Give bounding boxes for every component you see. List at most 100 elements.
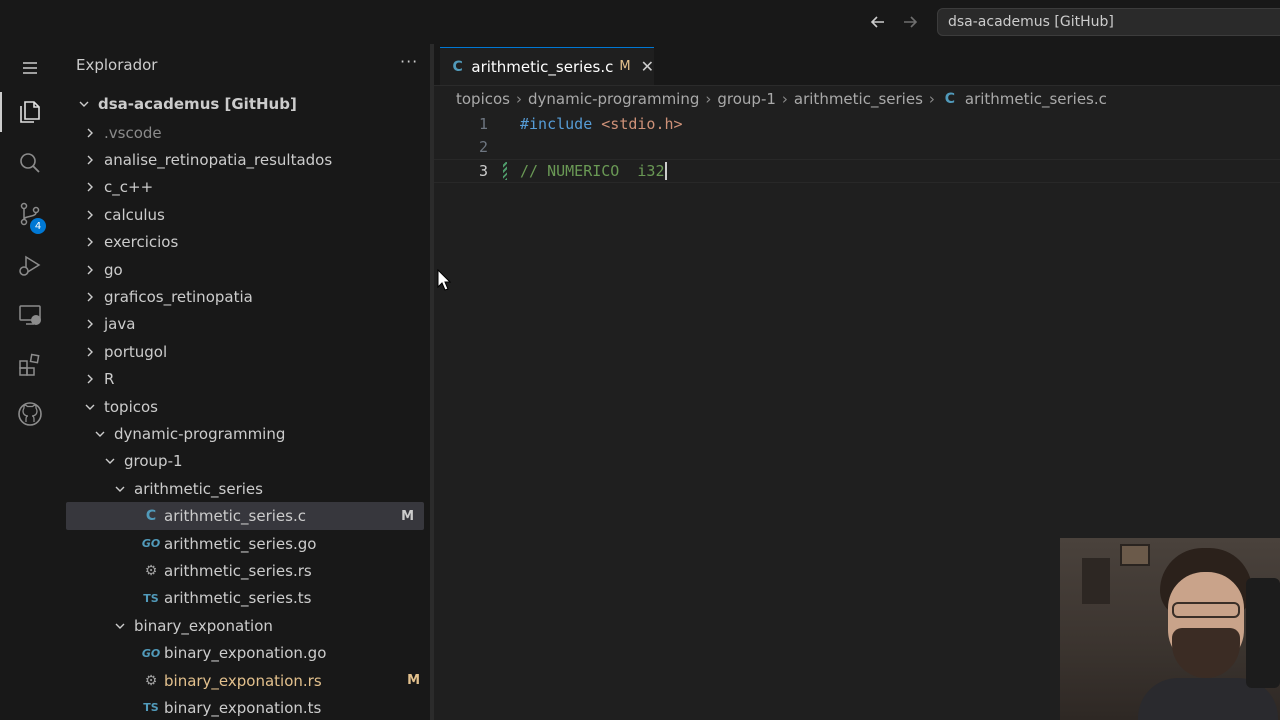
folder-item[interactable]: exercicios xyxy=(60,229,430,256)
chevron-right-icon: › xyxy=(928,90,935,108)
file-item[interactable]: TS arithmetic_series.ts xyxy=(60,585,430,612)
tree-item-label: .vscode xyxy=(104,123,162,142)
folder-item[interactable]: c_c++ xyxy=(60,174,430,201)
chevron-down-icon xyxy=(112,618,128,634)
source-control-badge: 4 xyxy=(30,218,46,234)
tree-item-label: topicos xyxy=(104,397,158,416)
explorer-title: Explorador xyxy=(76,56,158,74)
code-line[interactable]: 2 xyxy=(434,136,1280,160)
modified-badge: M xyxy=(401,508,414,524)
folder-item[interactable]: .vscode xyxy=(60,119,430,146)
typescript-file-icon: TS xyxy=(143,591,159,605)
file-item[interactable]: Carithmetic_series.c M xyxy=(66,502,424,530)
extensions-icon[interactable] xyxy=(0,341,60,389)
chevron-right-icon xyxy=(82,179,98,195)
file-item[interactable]: ⚙ binary_exponation.rs M xyxy=(60,667,430,694)
code-line-current[interactable]: 3 // NUMERICO i32 xyxy=(434,159,1280,183)
workspace-root[interactable]: dsa-academus [GitHub] xyxy=(60,89,430,119)
back-arrow-icon[interactable] xyxy=(866,10,890,34)
rust-file-icon: ⚙ xyxy=(144,562,158,579)
chevron-right-icon xyxy=(82,207,98,223)
folder-item[interactable]: dynamic-programming xyxy=(60,420,430,447)
more-actions-icon[interactable]: ··· xyxy=(400,52,418,71)
command-center-search[interactable]: dsa-academus [GitHub] xyxy=(937,8,1280,36)
go-file-icon: GO xyxy=(141,537,161,551)
folder-item[interactable]: group-1 xyxy=(60,448,430,475)
folder-item[interactable]: arithmetic_series xyxy=(60,475,430,502)
tree-item-label: exercicios xyxy=(104,233,179,252)
folder-item[interactable]: calculus xyxy=(60,201,430,228)
tree-item-label: arithmetic_series.go xyxy=(164,534,317,553)
tree-item-label: go xyxy=(104,260,123,279)
chevron-right-icon xyxy=(82,289,98,305)
tree-item-label: R xyxy=(104,370,115,389)
folder-item[interactable]: go xyxy=(60,256,430,283)
folder-item[interactable]: java xyxy=(60,311,430,338)
chevron-down-icon xyxy=(76,96,92,112)
remote-explorer-icon[interactable] xyxy=(0,291,60,339)
chevron-right-icon: › xyxy=(781,90,788,108)
tree-item-label: arithmetic_series.rs xyxy=(164,561,312,580)
folder-item[interactable]: R xyxy=(60,366,430,393)
files-icon[interactable] xyxy=(0,88,60,136)
c-file-icon: C xyxy=(452,58,463,75)
webcam-overlay xyxy=(1060,538,1280,720)
text-cursor xyxy=(664,162,667,180)
include-keyword: #include xyxy=(520,114,593,133)
workspace-root-label: dsa-academus [GitHub] xyxy=(98,95,297,113)
folder-item[interactable]: analise_retinopatia_resultados xyxy=(60,146,430,173)
gutter-change-marker xyxy=(490,161,520,180)
menu-icon[interactable] xyxy=(0,44,60,92)
go-file-icon: GO xyxy=(141,646,161,660)
chevron-right-icon xyxy=(82,316,98,332)
code-line[interactable]: 1 #include <stdio.h> xyxy=(434,112,1280,136)
forward-arrow-icon[interactable] xyxy=(898,10,922,34)
folder-item[interactable]: topicos xyxy=(60,393,430,420)
breadcrumb: topicos › dynamic-programming › group-1 … xyxy=(456,88,1107,110)
folder-item[interactable]: portugol xyxy=(60,338,430,365)
tab-arithmetic-series-c[interactable]: C arithmetic_series.c M ✕ xyxy=(440,47,654,85)
activity-bar: 4 xyxy=(0,44,60,720)
chevron-right-icon xyxy=(82,344,98,360)
chevron-right-icon xyxy=(82,234,98,250)
breadcrumb-item[interactable]: dynamic-programming xyxy=(528,90,699,108)
tree-item-label: dynamic-programming xyxy=(114,424,286,443)
github-icon[interactable] xyxy=(0,390,60,438)
editor-tabs: C arithmetic_series.c M ✕ xyxy=(434,44,1280,86)
breadcrumb-item[interactable]: topicos xyxy=(456,90,510,108)
tree-item-label: arithmetic_series.ts xyxy=(164,589,312,608)
tree-item-label: arithmetic_series xyxy=(134,479,263,498)
folder-item[interactable]: graficos_retinopatia xyxy=(60,283,430,310)
file-item[interactable]: GO arithmetic_series.go xyxy=(60,530,430,557)
tree-item-label: c_c++ xyxy=(104,178,154,197)
file-item[interactable]: TS binary_exponation.ts xyxy=(60,694,430,720)
tree-item-label: binary_exponation.rs xyxy=(164,671,322,690)
tab-modified-badge: M xyxy=(619,59,631,74)
breadcrumb-item[interactable]: arithmetic_series.c xyxy=(965,90,1107,108)
rust-file-icon: ⚙ xyxy=(144,672,158,689)
file-item[interactable]: GO binary_exponation.go xyxy=(60,639,430,666)
run-debug-icon[interactable] xyxy=(0,241,60,289)
breadcrumb-item[interactable]: arithmetic_series xyxy=(794,90,923,108)
typescript-file-icon: TS xyxy=(143,701,159,715)
breadcrumb-item[interactable]: group-1 xyxy=(717,90,776,108)
folder-item[interactable]: binary_exponation xyxy=(60,612,430,639)
file-item[interactable]: ⚙ arithmetic_series.rs xyxy=(60,557,430,584)
line-number: 1 xyxy=(478,114,488,133)
tree-item-label: portugol xyxy=(104,342,168,361)
c-file-icon: C xyxy=(944,91,956,107)
tree-item-label: analise_retinopatia_resultados xyxy=(104,151,333,170)
source-control-icon[interactable]: 4 xyxy=(0,190,60,238)
tree-item-label: calculus xyxy=(104,205,165,224)
modified-badge: M xyxy=(407,673,420,688)
explorer-sidebar: Explorador ··· dsa-academus [GitHub] .vs… xyxy=(60,44,430,720)
search-icon[interactable] xyxy=(0,139,60,187)
chevron-down-icon xyxy=(82,399,98,415)
tree-item-label: graficos_retinopatia xyxy=(104,288,253,307)
chevron-right-icon xyxy=(82,262,98,278)
include-path: <stdio.h> xyxy=(592,114,683,133)
close-icon[interactable]: ✕ xyxy=(641,57,654,76)
c-file-icon: C xyxy=(145,508,157,525)
chevron-down-icon xyxy=(112,481,128,497)
chevron-right-icon xyxy=(82,152,98,168)
